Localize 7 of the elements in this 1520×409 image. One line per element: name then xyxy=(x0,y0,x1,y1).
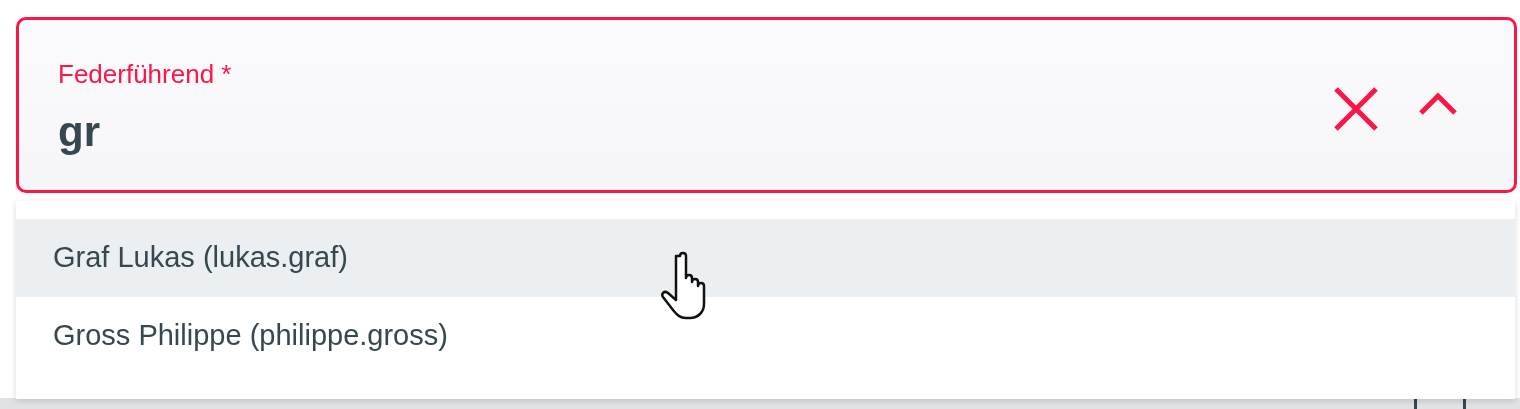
field-value: gr xyxy=(58,107,101,157)
chevron-up-icon[interactable] xyxy=(1419,92,1457,116)
field-label: Federführend * xyxy=(58,58,233,90)
combobox-field[interactable]: Federführend * gr xyxy=(16,17,1517,193)
dropdown-option[interactable]: Graf Lukas (lukas.graf) xyxy=(16,219,1515,297)
dropdown-option[interactable]: Gross Philippe (philippe.gross) xyxy=(16,297,1515,375)
clear-icon[interactable] xyxy=(1333,86,1379,132)
